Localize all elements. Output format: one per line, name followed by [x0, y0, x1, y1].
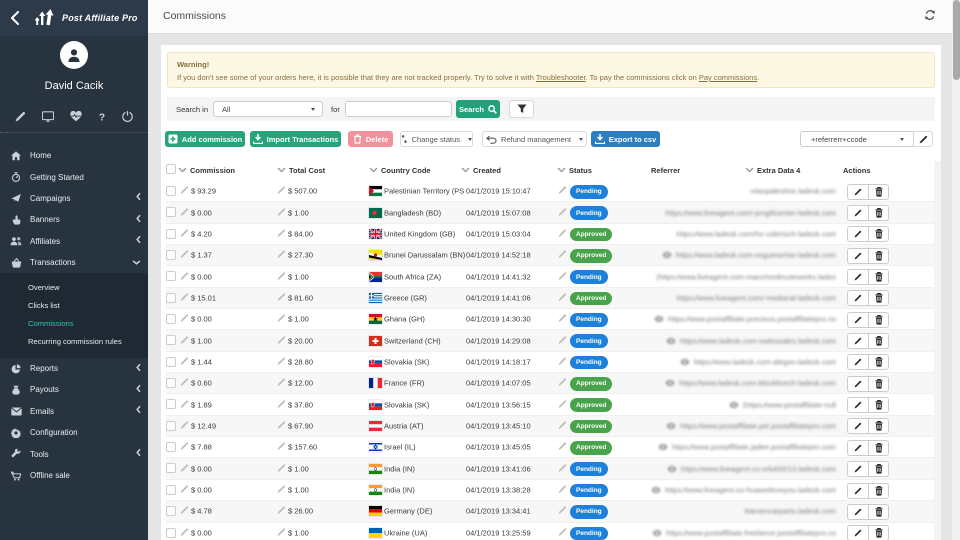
- svg-text:?: ?: [99, 112, 105, 122]
